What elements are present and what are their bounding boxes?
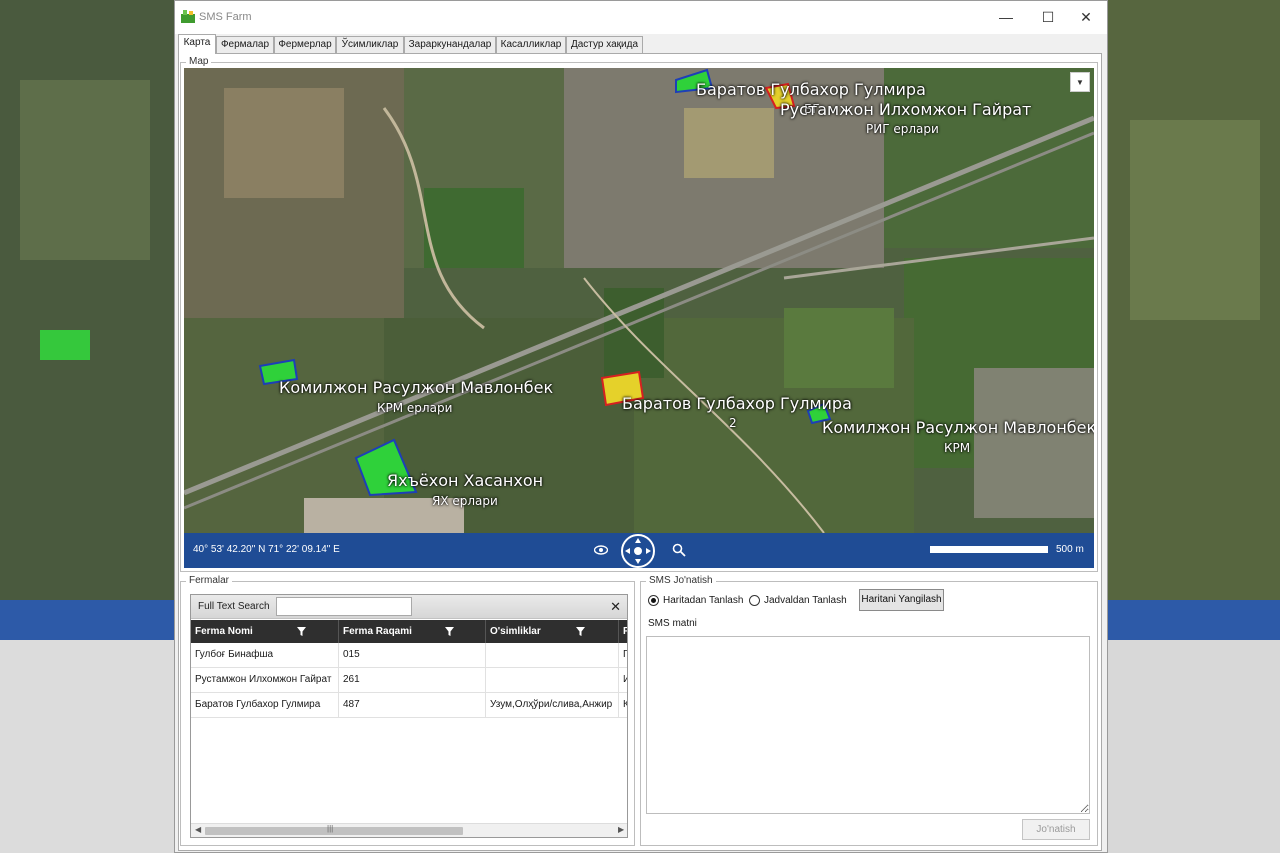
table-row[interactable]: Гулбоғ Бинафша 015 Гу bbox=[191, 643, 627, 668]
map-label-komiljon-right: Комилжон Расулжон Мавлонбек bbox=[822, 418, 1094, 437]
send-button[interactable]: Jo'natish bbox=[1022, 819, 1090, 840]
grid-header: Ferma Nomi Ferma Raqami O'simliklar Fe bbox=[191, 620, 627, 643]
column-header-ferma-raqami[interactable]: Ferma Raqami bbox=[339, 620, 486, 643]
cell-osimliklar bbox=[486, 643, 619, 667]
cell-ferma-raqami: 015 bbox=[339, 643, 486, 667]
coordinates-readout: 40° 53' 42.20" N 71° 22' 09.14" E bbox=[193, 544, 340, 555]
map-sublabel-krm-yerlari: КРМ ерлари bbox=[377, 401, 453, 415]
scrollbar-thumb[interactable]: ||| bbox=[205, 824, 463, 835]
column-header-fe[interactable]: Fe bbox=[619, 620, 627, 643]
tab-zararkunandalar[interactable]: Зараркунандалар bbox=[404, 36, 496, 53]
map-sublabel-rig: РИГ ерлари bbox=[866, 122, 939, 136]
map-sublabel-2: 2 bbox=[729, 416, 737, 430]
sms-text-label: SMS matni bbox=[648, 618, 697, 629]
column-header-label: Ferma Raqami bbox=[343, 626, 412, 637]
column-header-osimliklar[interactable]: O'simliklar bbox=[486, 620, 619, 643]
scrollbar-grip-icon: ||| bbox=[327, 824, 334, 833]
tab-fermalar[interactable]: Фермалар bbox=[216, 36, 274, 53]
eye-icon[interactable] bbox=[594, 545, 608, 555]
map-label-komiljon-left: Комилжон Расулжон Мавлонбек bbox=[279, 378, 554, 397]
table-row[interactable]: Рустамжон Илхомжон Гайрат 261 И bbox=[191, 668, 627, 693]
scroll-left-icon[interactable]: ◀ bbox=[195, 825, 201, 834]
fermalar-group-title: Fermalar bbox=[186, 575, 233, 586]
tab-dastur-haqida[interactable]: Дастур хақида bbox=[566, 36, 643, 53]
map-label-rustamjon: Рустамжон Илхомжон Гайрат bbox=[780, 100, 1032, 119]
scale-label: 500 m bbox=[1056, 544, 1084, 555]
cell-ferma-raqami: 261 bbox=[339, 668, 486, 692]
radio-jadvaldan-label[interactable]: Jadvaldan Tanlash bbox=[764, 595, 847, 606]
map-status-bar: 40° 53' 42.20" N 71° 22' 09.14" E 500 m bbox=[184, 533, 1094, 568]
satellite-imagery bbox=[184, 68, 1094, 533]
filter-icon[interactable] bbox=[576, 627, 585, 636]
grid-search-bar: Full Text Search ✕ bbox=[191, 595, 627, 619]
filter-icon[interactable] bbox=[445, 627, 454, 636]
close-button[interactable]: ✕ bbox=[1068, 6, 1104, 28]
map-label-baratov-middle: Баратов Гулбахор Гулмира bbox=[622, 394, 852, 413]
tab-strip: Карта Фермалар Фермерлар Ўсимликлар Зара… bbox=[178, 34, 648, 55]
farms-data-grid: Full Text Search ✕ Ferma Nomi Ferma Raqa… bbox=[190, 594, 628, 838]
maximize-button[interactable]: ☐ bbox=[1030, 6, 1066, 28]
tab-kasalliklar[interactable]: Касалликлар bbox=[496, 36, 566, 53]
refresh-map-button[interactable]: Haritani Yangilash bbox=[859, 589, 944, 611]
tab-usimliklar[interactable]: Ўсимликлар bbox=[336, 36, 404, 53]
minimize-button[interactable]: — bbox=[988, 6, 1024, 28]
map-view[interactable]: Баратов Гулбахор Гулмира БГ Рустамжон Ил… bbox=[184, 68, 1094, 568]
tab-karta[interactable]: Карта bbox=[178, 34, 216, 54]
cell-fe: Ко bbox=[619, 693, 627, 717]
radio-jadvaldan[interactable] bbox=[749, 595, 760, 606]
sms-group-title: SMS Jo'natish bbox=[646, 575, 716, 586]
radio-haritadan[interactable] bbox=[648, 595, 659, 606]
cell-osimliklar bbox=[486, 668, 619, 692]
map-sublabel-krm: КРМ bbox=[944, 441, 971, 455]
column-header-label: Ferma Nomi bbox=[195, 626, 253, 637]
tab-fermerlar[interactable]: Фермерлар bbox=[274, 36, 336, 53]
cell-ferma-raqami: 487 bbox=[339, 693, 486, 717]
sms-text-area[interactable] bbox=[646, 636, 1090, 814]
search-close-icon[interactable]: ✕ bbox=[610, 599, 621, 615]
search-input[interactable] bbox=[276, 597, 412, 616]
column-header-ferma-nomi[interactable]: Ferma Nomi bbox=[191, 620, 339, 643]
column-header-label: O'simliklar bbox=[490, 626, 541, 637]
cell-fe: Гу bbox=[623, 649, 628, 660]
app-logo-icon bbox=[181, 10, 195, 23]
map-label-baratov-top: Баратов Гулбахор Гулмира bbox=[696, 80, 926, 99]
table-row[interactable]: Баратов Гулбахор Гулмира 487 Узум,Олҳўри… bbox=[191, 693, 627, 718]
map-group-title: Map bbox=[186, 56, 212, 67]
title-bar: SMS Farm — ☐ ✕ bbox=[175, 1, 1107, 34]
radio-haritadan-label[interactable]: Haritadan Tanlash bbox=[663, 595, 743, 606]
map-sublabel-yah: ЯХ ерлари bbox=[432, 494, 498, 508]
cell-ferma-nomi: Рустамжон Илхомжон Гайрат bbox=[191, 668, 339, 692]
zoom-search-icon[interactable] bbox=[672, 543, 686, 557]
scale-bar bbox=[930, 546, 1048, 553]
cell-osimliklar: Узум,Олҳўри/слива,Анжир bbox=[486, 693, 619, 717]
map-label-yahyoxon: Яхъёхон Хасанхон bbox=[387, 471, 544, 490]
cell-ferma-nomi: Баратов Гулбахор Гулмира bbox=[191, 693, 339, 717]
pan-navigation-icon[interactable] bbox=[620, 533, 656, 568]
cell-ferma-nomi: Гулбоғ Бинафша bbox=[191, 643, 339, 667]
horizontal-scrollbar[interactable]: ◀ ||| ▶ bbox=[191, 823, 627, 837]
search-label: Full Text Search bbox=[198, 601, 270, 612]
window-title: SMS Farm bbox=[199, 11, 252, 23]
cell-fe: И bbox=[619, 668, 627, 692]
map-layer-dropdown[interactable]: ▼ bbox=[1070, 72, 1090, 92]
filter-icon[interactable] bbox=[297, 627, 306, 636]
scroll-right-icon[interactable]: ▶ bbox=[618, 825, 624, 834]
